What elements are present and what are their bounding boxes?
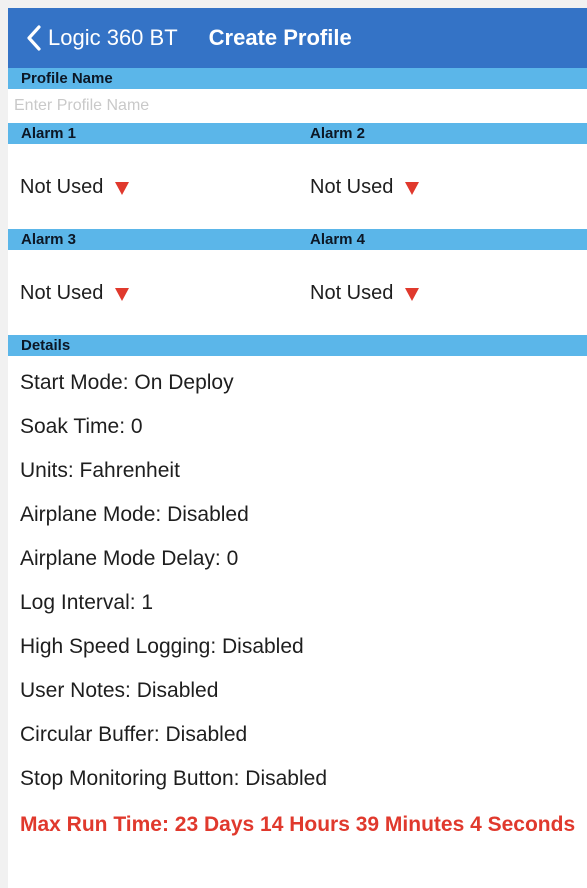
details-list: Start Mode: On Deploy Soak Time: 0 Units… (8, 356, 587, 839)
alarm-3-label: Alarm 3 (21, 231, 77, 248)
alarm-4-value: Not Used (310, 281, 394, 304)
alarm-2-dropdown[interactable]: Not Used (310, 172, 420, 202)
detail-user-notes: User Notes: Disabled (20, 679, 219, 702)
detail-high-speed-logging: High Speed Logging: Disabled (20, 635, 304, 658)
detail-log-interval: Log Interval: 1 (20, 591, 154, 614)
details-header: Details (8, 335, 587, 356)
alarm-3-value: Not Used (20, 281, 104, 304)
triangle-down-icon (115, 181, 130, 195)
details-label: Details (21, 337, 71, 354)
alarm-4-dropdown[interactable]: Not Used (310, 278, 420, 308)
alarm-1-dropdown[interactable]: Not Used (20, 172, 130, 202)
profile-name-header: Profile Name (8, 68, 587, 89)
alarm-3-dropdown[interactable]: Not Used (20, 278, 130, 308)
alarm-4-label: Alarm 4 (310, 231, 366, 248)
back-button-label: Logic 360 BT (48, 25, 178, 50)
alarm-2-label: Alarm 2 (310, 125, 366, 142)
detail-soak-time: Soak Time: 0 (20, 415, 143, 438)
triangle-down-icon (405, 287, 420, 301)
back-button[interactable]: Logic 360 BT (26, 8, 178, 68)
max-run-time: Max Run Time: 23 Days 14 Hours 39 Minute… (20, 813, 576, 836)
alarm-2-value: Not Used (310, 175, 394, 198)
profile-name-input[interactable] (8, 89, 587, 123)
detail-stop-monitoring-button: Stop Monitoring Button: Disabled (20, 767, 328, 790)
triangle-down-icon (405, 181, 420, 195)
detail-airplane-mode: Airplane Mode: Disabled (20, 503, 249, 526)
alarm-1-value: Not Used (20, 175, 104, 198)
detail-circular-buffer: Circular Buffer: Disabled (20, 723, 248, 746)
detail-start-mode: Start Mode: On Deploy (20, 371, 234, 394)
alarm-1-label: Alarm 1 (21, 125, 77, 142)
alarm-1-2-row: Not Used Not Used (8, 144, 587, 229)
screen: Logic 360 BT Create Profile Profile Name… (8, 8, 587, 888)
navigation-bar: Logic 360 BT Create Profile (8, 8, 587, 68)
chevron-left-icon (27, 25, 41, 51)
detail-airplane-mode-delay: Airplane Mode Delay: 0 (20, 547, 239, 570)
detail-units: Units: Fahrenheit (20, 459, 180, 482)
alarm-3-4-row: Not Used Not Used (8, 250, 587, 335)
profile-name-label: Profile Name (21, 70, 113, 87)
alarm-3-4-header: Alarm 3 Alarm 4 (8, 229, 587, 250)
triangle-down-icon (115, 287, 130, 301)
page-title: Create Profile (208, 25, 352, 50)
alarm-1-2-header: Alarm 1 Alarm 2 (8, 123, 587, 144)
